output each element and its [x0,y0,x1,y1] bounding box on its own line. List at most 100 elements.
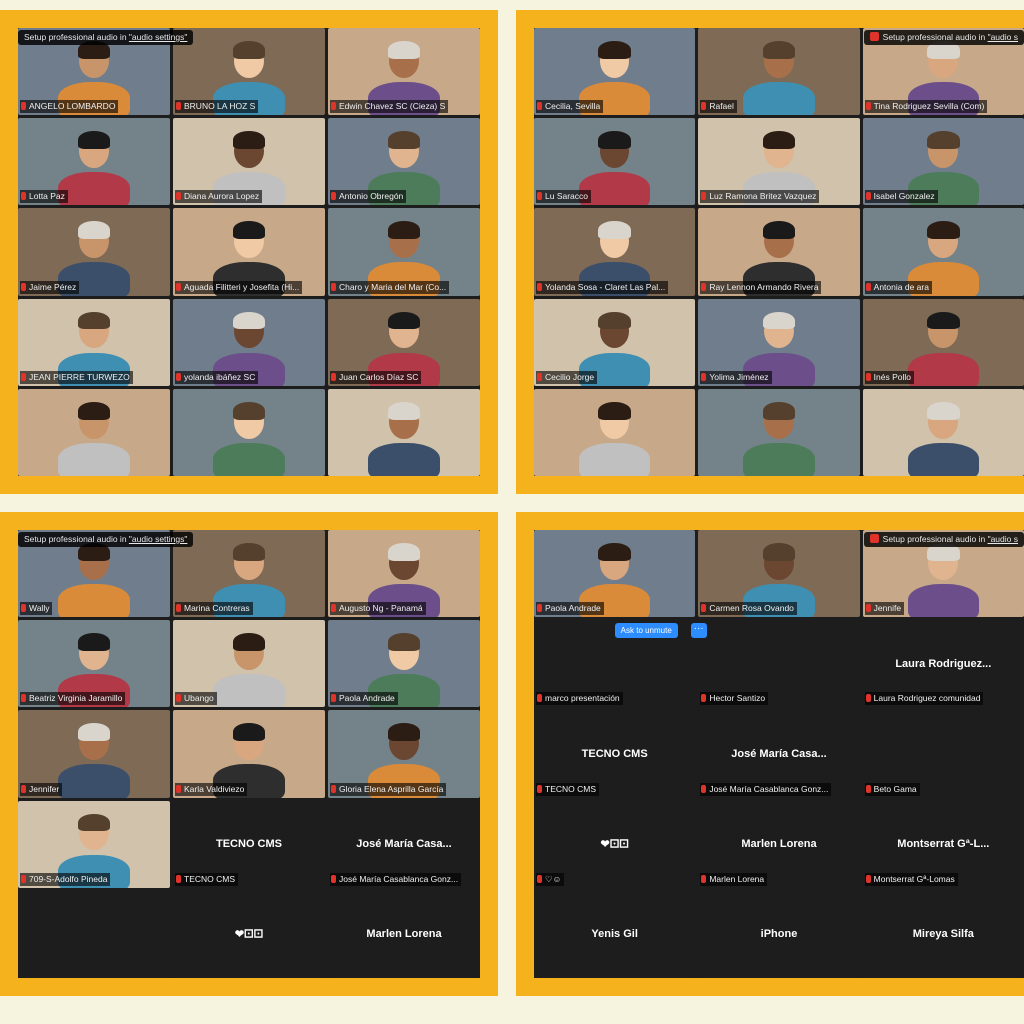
participant-tile[interactable]: Paola Andrade [534,530,696,618]
participant-tile[interactable]: iPhone [698,890,860,978]
zoom-gallery-q2: Cecilia, Sevilla Rafael Tina Rodriguez Sev… [534,28,1024,476]
participant-name-label: Augusto Ng - Panamá [330,602,426,616]
participant-tile[interactable]: Laura Rodriguez... Laura Rodriguez comuni… [862,620,1024,708]
participant-tile[interactable]: Marina Contreras [173,530,325,618]
participant-tile[interactable]: Lu Saracco [534,118,696,206]
participant-tile[interactable]: Jennifer [18,710,170,798]
participant-tile[interactable]: Yolima Jiménez [698,298,860,386]
participant-video [328,389,480,476]
ask-to-unmute-button[interactable]: Ask to unmute [614,623,678,639]
more-options-button[interactable]: ··· [690,623,707,639]
participant-tile[interactable]: Charo y Maria del Mar (Co... [328,208,480,296]
participant-tile[interactable]: Cecilia, Sevilla [534,28,696,116]
quadrant-top-right: Cecilia, Sevilla Rafael Tina Rodriguez Sev… [516,10,1024,494]
participant-tile[interactable]: Augusto Ng - Panamá [328,530,480,618]
participant-tile[interactable]: Rafael [698,28,860,116]
muted-mic-icon [865,192,871,201]
participant-tile[interactable]: yolanda ibáñez SC [173,298,325,386]
muted-mic-icon [176,102,181,111]
participant-tile[interactable]: BRUNO LA HOZ S [173,28,325,116]
audio-settings-banner[interactable]: Setup professional audio in "audio s [863,532,1024,547]
participant-tile[interactable]: Carmen Rosa Ovando [698,530,860,618]
participant-name-label: ♡☺ [536,872,565,886]
participant-name-label: Tina Rodriguez Sevilla (Com) [864,100,988,114]
participant-name-text: Luz Ramona Britez Vazquez [709,191,817,202]
participant-tile[interactable]: Marlen Lorena [328,890,480,978]
muted-mic-icon [176,784,181,793]
muted-mic-icon [21,604,26,613]
participant-tile[interactable]: Paola Andrade [328,620,480,708]
participant-tile[interactable]: JEAN PIERRE TURWEZO [18,298,170,386]
participant-tile[interactable]: Hector Santizo [698,620,860,708]
participant-tile[interactable]: Lotta Paz [18,118,170,206]
muted-mic-icon [21,372,26,381]
participant-tile[interactable] [173,388,325,476]
participant-tile[interactable]: Juan Carlos Díaz SC [328,298,480,386]
participant-tile[interactable]: Ray Lennon Armando Rivera [698,208,860,296]
participant-tile[interactable]: Cecilio Jorge [534,298,696,386]
participant-name-label: Lu Saracco [536,190,591,204]
participant-tile[interactable]: ❤︎⚀⚀ ♡☺ [534,800,696,888]
muted-mic-icon [865,282,871,291]
quadrant-bottom-left: Wally Marina Contreras Augusto Ng - Panamá… [0,512,498,996]
audio-alert-icon [869,32,879,41]
participant-tile[interactable]: Yolanda Sosa - Claret Las Pal... [534,208,696,296]
audio-settings-banner[interactable]: Setup professional audio in "audio setti… [18,30,194,45]
participant-tile[interactable]: TECNO CMS TECNO CMS [534,710,696,798]
audio-settings-link[interactable]: "audio settings" [129,534,188,544]
participant-tile[interactable]: Diana Aurora Lopez [173,118,325,206]
participant-tile[interactable]: Luz Ramona Britez Vazquez [698,118,860,206]
participant-name-label: Cecilia, Sevilla [536,100,604,114]
participant-tile[interactable]: Isabel Gonzalez [862,118,1024,206]
participant-tile[interactable]: Antonio Obregón [328,118,480,206]
participant-tile[interactable]: Montserrat Gª-L... Montserrat Gª-Lomas [862,800,1024,888]
participant-tile[interactable]: TECNO CMS TECNO CMS [173,800,325,888]
participant-name-label: Karla Valdiviezo [175,782,248,796]
audio-settings-banner[interactable]: Setup professional audio in "audio setti… [18,532,194,547]
participant-name-label: Juan Carlos Díaz SC [330,370,422,384]
participant-display-name: Montserrat Gª-L... [897,838,990,851]
audio-settings-link[interactable]: "audio settings" [129,32,188,42]
participant-tile[interactable] [328,388,480,476]
participant-tile[interactable] [18,890,170,978]
participant-tile[interactable]: Beatriz Virginia Jaramillo [18,620,170,708]
participant-tile[interactable] [862,388,1024,476]
muted-mic-icon [537,874,542,883]
participant-tile[interactable]: Antonia de ara [862,208,1024,296]
participant-tile[interactable]: Mireya Silfa [862,890,1024,978]
participant-name-label: Edwin Chavez SC (Cieza) S [330,100,449,114]
participant-tile[interactable] [18,388,170,476]
participant-tile[interactable]: Aguada Filitteri y Josefita (Hi... [173,208,325,296]
participant-video [534,389,695,476]
participant-tile[interactable]: José María Casa... José María Casablanca … [328,800,480,888]
participant-video [698,389,859,476]
participant-name-text: José María Casablanca Gonz... [339,873,459,884]
participant-tile[interactable]: Edwin Chavez SC (Cieza) S [328,28,480,116]
participant-tile[interactable]: 709-S-Adolfo Pineda [18,800,170,888]
participant-name-label: marco presentación [536,692,623,706]
participant-tile[interactable] [534,388,696,476]
audio-settings-link[interactable]: "audio s [988,32,1018,42]
participant-tile[interactable]: ❤︎⚀⚀ [173,890,325,978]
participant-name-label: Antonia de ara [864,280,932,294]
participant-tile[interactable]: Yenis Gil [534,890,696,978]
participant-tile[interactable] [698,388,860,476]
participant-name-text: 709-S-Adolfo Pineda [29,873,108,884]
participant-tile[interactable]: Marlen Lorena Marlen Lorena [698,800,860,888]
participant-display-name: Marlen Lorena [366,928,442,941]
participant-tile[interactable]: Inés Pollo [862,298,1024,386]
participant-name-text: José María Casablanca Gonz... [709,783,829,794]
participant-tile[interactable]: Ubango [173,620,325,708]
participant-tile[interactable]: Jaime Pérez [18,208,170,296]
audio-settings-link[interactable]: "audio s [988,534,1018,544]
participant-name-label: TECNO CMS [536,782,599,796]
participant-tile[interactable]: Gloria Elena Asprilla García [328,710,480,798]
audio-alert-icon [869,534,879,543]
participant-name-label: Montserrat Gª-Lomas [864,872,958,886]
participant-name-text: Lu Saracco [545,191,588,202]
participant-tile[interactable]: Karla Valdiviezo [173,710,325,798]
participant-name-label: Marlen Lorena [700,872,768,886]
participant-tile[interactable]: José María Casa... José María Casablanca … [698,710,860,798]
participant-tile[interactable]: Beto Gama [862,710,1024,798]
audio-settings-banner[interactable]: Setup professional audio in "audio s [863,30,1024,45]
